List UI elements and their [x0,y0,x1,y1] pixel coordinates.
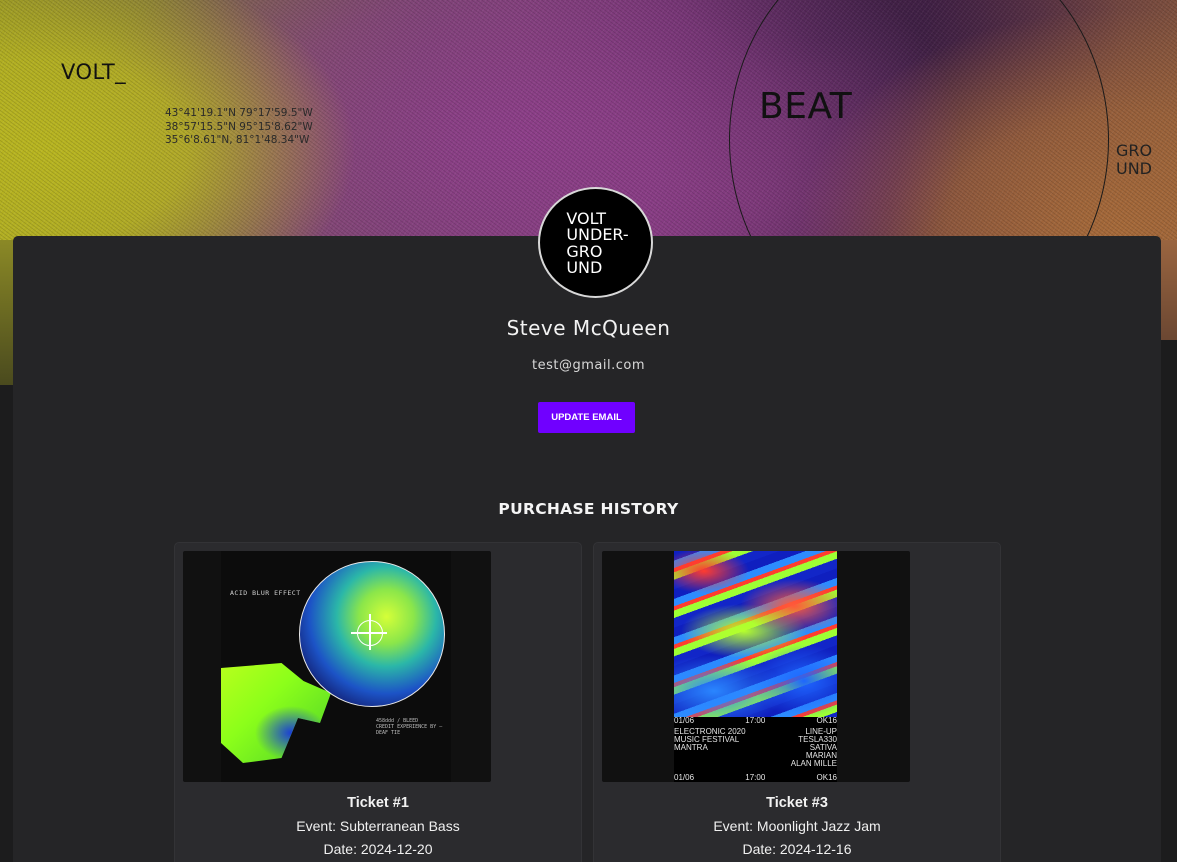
hero-coordinates: 43°41'19.1"N 79°17'59.5"W 38°57'15.5"N 9… [165,107,313,148]
avatar-logo: VOLT UNDER- GRO UND [566,210,628,277]
user-name: Steve McQueen [506,316,671,340]
poster-date: 01/06 [674,773,695,782]
poster-label: ACID BLUR EFFECT [230,589,301,597]
ticket-title: Ticket #1 [347,795,409,811]
poster-top-row: 01/06 17:00 OK16 [674,717,837,725]
ground-line: UND [1116,159,1152,178]
poster-right-lines: LINE-UP TESLA330 SATIVA MARIAN ALAN MILL… [791,728,837,768]
ticket-card[interactable]: ACID BLUR EFFECT 458ddd / BLEED CREDIT E… [174,542,582,862]
ticket-poster-image: 01/06 17:00 OK16 ELECTRONIC 2020 MUSIC F… [602,551,910,782]
avatar: VOLT UNDER- GRO UND [538,187,653,298]
poster-left-lines: ELECTRONIC 2020 MUSIC FESTIVAL MANTRA [674,728,746,768]
poster-venue: OK16 [816,716,837,725]
ticket-date: Date: 2024-12-16 [742,841,852,857]
hero-beat-text: BEAT [759,86,853,127]
hero-ground-text: GRO UND [1116,142,1152,178]
poster-body-text: ELECTRONIC 2020 MUSIC FESTIVAL MANTRA LI… [674,728,837,768]
purchase-history-title: PURCHASE HISTORY [498,500,679,518]
poster-date: 01/06 [674,716,695,725]
ticket-details: Ticket #3 Event: Moonlight Jazz Jam Date… [594,794,1000,858]
ticket-date: Date: 2024-12-20 [323,841,433,857]
avatar-line: UND [566,258,603,277]
ticket-details: Ticket #1 Event: Subterranean Bass Date:… [175,794,581,858]
poster-venue: OK16 [816,773,837,782]
coordinate-line: 38°57'15.5"N 95°15'8.62"W [165,120,313,133]
poster-small-text: 458ddd / BLEED CREDIT EXPERIENCE BY — DE… [376,718,451,736]
poster-small-line: CREDIT EXPERIENCE BY — DEAF TIE [376,724,443,736]
ticket-poster-image: ACID BLUR EFFECT 458ddd / BLEED CREDIT E… [183,551,491,782]
ground-line: GRO [1116,141,1153,160]
poster-line: ALAN MILLE [790,759,837,768]
poster-line: MANTRA [674,743,708,752]
ticket-event: Event: Subterranean Bass [296,818,460,834]
ticket-card[interactable]: 01/06 17:00 OK16 ELECTRONIC 2020 MUSIC F… [593,542,1001,862]
hero-logo-text: VOLT_ [61,60,127,84]
poster-art [674,551,837,717]
user-email: test@gmail.com [532,358,645,373]
ticket-event: Event: Moonlight Jazz Jam [713,818,881,834]
ticket-title: Ticket #3 [766,795,828,811]
poster-electronic-festival: 01/06 17:00 OK16 ELECTRONIC 2020 MUSIC F… [674,551,837,782]
poster-time: 17:00 [745,716,766,725]
coordinate-line: 43°41'19.1"N 79°17'59.5"W [165,107,313,119]
coordinate-line: 35°6'8.61"N, 81°1'48.34"W [165,134,310,146]
poster-acid-blur: ACID BLUR EFFECT 458ddd / BLEED CREDIT E… [221,551,451,782]
crosshair-icon [351,614,387,650]
update-email-button[interactable]: UPDATE EMAIL [538,402,635,433]
poster-bottom-row: 01/06 17:00 OK16 [674,774,837,782]
poster-time: 17:00 [745,773,766,782]
